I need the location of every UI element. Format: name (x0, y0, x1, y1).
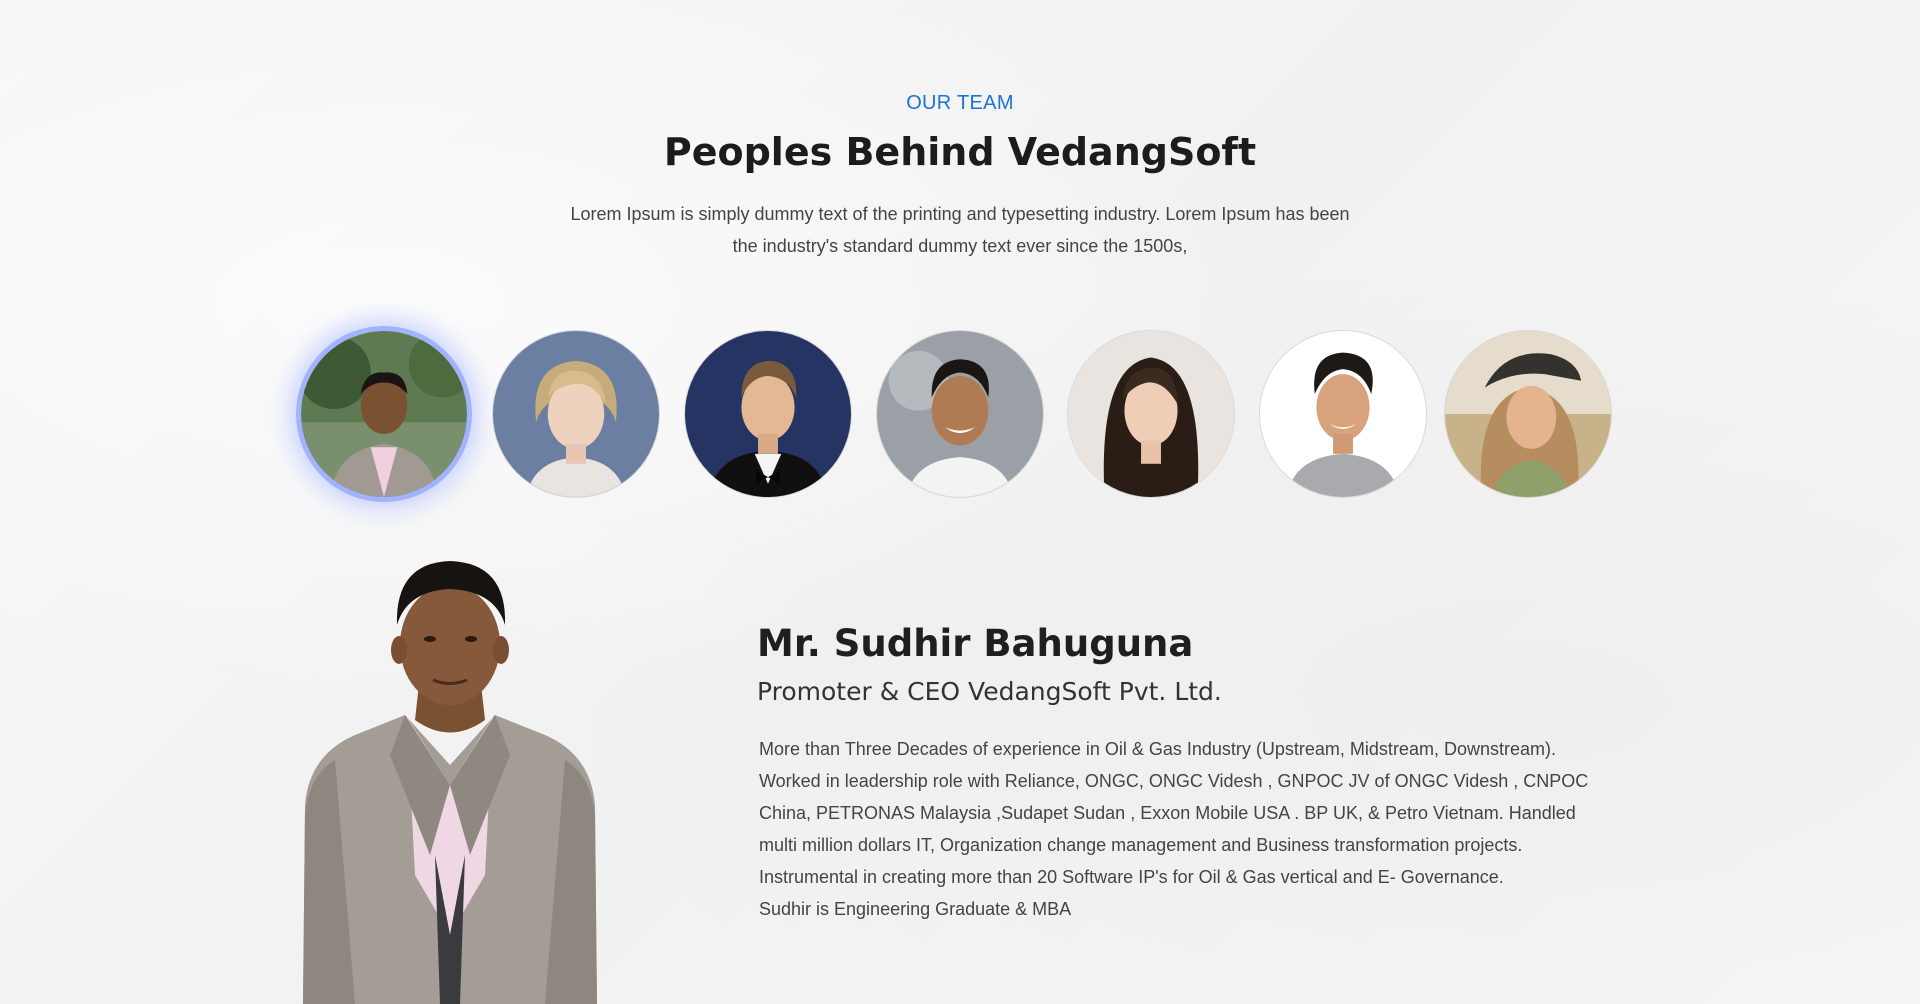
section-eyebrow: OUR TEAM (906, 92, 1014, 114)
team-avatar-7[interactable] (1444, 330, 1612, 498)
team-avatar-5[interactable] (1067, 330, 1235, 498)
team-avatar-1[interactable] (296, 326, 472, 502)
woman-cap-photo-icon (1445, 331, 1611, 497)
team-avatar-4[interactable] (876, 330, 1044, 498)
bio-line: Sudhir is Engineering Graduate & MBA (759, 899, 1072, 919)
section-heading: Peoples Behind VedangSoft (663, 130, 1257, 174)
man-tuxedo-photo-icon (685, 331, 851, 497)
team-avatar-6[interactable] (1259, 330, 1427, 498)
member-name: Mr. Sudhir Bahuguna (757, 622, 1194, 665)
team-avatar-3[interactable] (684, 330, 852, 498)
man-suit-photo-icon (301, 331, 467, 497)
section-intro: Lorem Ipsum is simply dummy text of the … (560, 198, 1360, 262)
man-smiling-photo-icon (877, 331, 1043, 497)
team-avatar-carousel (0, 326, 1920, 502)
intro-line-2: the industry's standard dummy text ever … (732, 236, 1188, 256)
bio-line: multi million dollars IT, Organization c… (759, 835, 1523, 855)
bio-line: More than Three Decades of experience in… (759, 739, 1556, 759)
woman-brunette-photo-icon (1068, 331, 1234, 497)
team-avatar-2[interactable] (492, 330, 660, 498)
member-portrait (295, 555, 605, 1004)
man-grey-tshirt-photo-icon (1260, 331, 1426, 497)
team-section: OUR TEAM Peoples Behind VedangSoft Lorem… (0, 0, 1920, 1004)
bio-line: Worked in leadership role with Reliance,… (759, 771, 1589, 791)
member-bio: More than Three Decades of experience in… (759, 733, 1589, 925)
intro-line-1: Lorem Ipsum is simply dummy text of the … (570, 204, 1350, 224)
bio-line: Instrumental in creating more than 20 So… (759, 867, 1504, 887)
bio-line: China, PETRONAS Malaysia ,Sudapet Sudan … (759, 803, 1576, 823)
member-role: Promoter & CEO VedangSoft Pvt. Ltd. (757, 677, 1222, 706)
woman-blonde-photo-icon (493, 331, 659, 497)
man-suit-portrait-icon (303, 561, 597, 1004)
